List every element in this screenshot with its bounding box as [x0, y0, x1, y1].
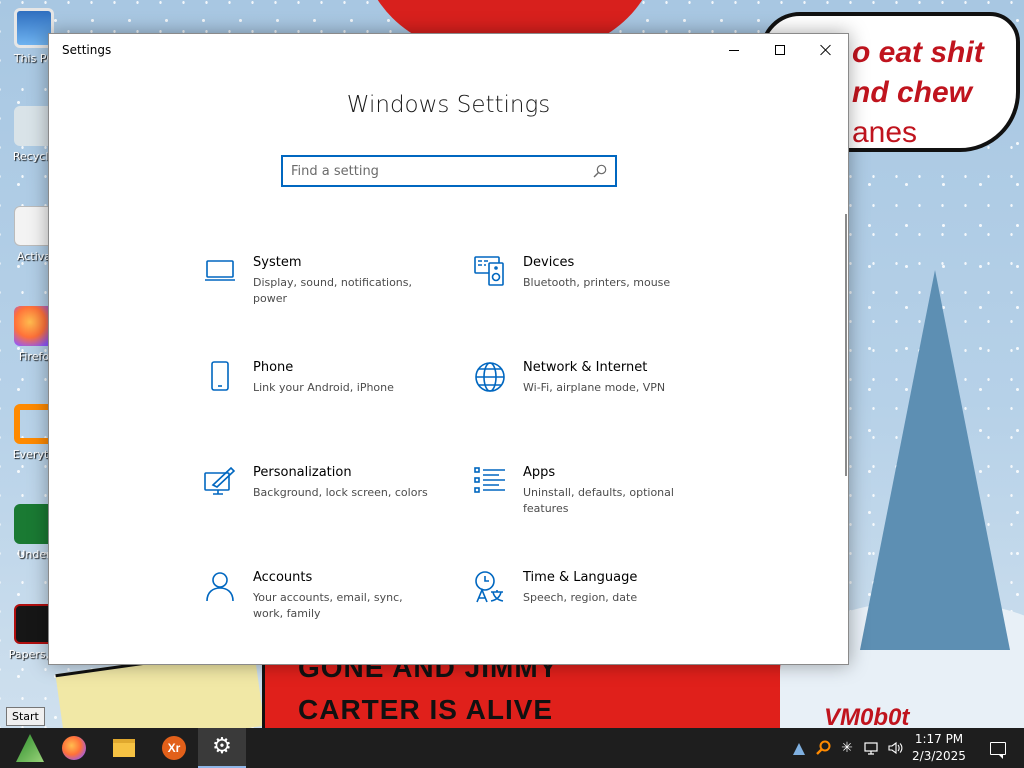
globe-icon [473, 360, 507, 394]
maximize-icon [775, 45, 785, 55]
category-name: Phone [253, 360, 294, 375]
time-language-icon [473, 570, 507, 604]
apps-list-icon [473, 465, 507, 499]
clock-time: 1:17 PM [914, 732, 964, 746]
category-accounts[interactable]: Accounts Your accounts, email, sync, wor… [203, 570, 453, 660]
search-input[interactable] [291, 162, 581, 180]
category-name: System [253, 255, 302, 270]
action-center-button[interactable] [978, 728, 1018, 768]
close-button[interactable] [803, 34, 849, 66]
category-name: Time & Language [523, 570, 638, 585]
bubble-text-line-2: nd chew [852, 76, 973, 109]
page-title: Windows Settings [346, 92, 551, 118]
category-phone[interactable]: Phone Link your Android, iPhone [203, 360, 453, 450]
network-icon [864, 742, 878, 755]
pine-tree-graphic [860, 270, 1010, 650]
category-devices[interactable]: Devices Bluetooth, printers, mouse [473, 255, 723, 345]
laptop-icon [203, 255, 237, 289]
artist-signature: VM0b0t [824, 704, 910, 728]
person-icon [203, 570, 237, 604]
category-description: Your accounts, email, sync, work, family [253, 591, 403, 620]
bubble-text-line-3: anes [852, 116, 918, 149]
xr-app-icon: Xr [162, 736, 186, 760]
gear-icon: ⚙ [212, 734, 232, 759]
folder-icon [113, 739, 135, 757]
settings-window: Settings Windows Settings System Display… [48, 33, 849, 665]
search-icon[interactable] [593, 164, 607, 178]
minimize-button[interactable] [711, 34, 757, 66]
tray-user-icon[interactable] [788, 728, 810, 768]
devices-icon [473, 255, 507, 289]
personalization-icon [203, 465, 237, 499]
category-description: Bluetooth, printers, mouse [523, 276, 671, 289]
category-description: Background, lock screen, colors [253, 486, 428, 499]
magnifier-icon [816, 740, 831, 755]
start-tree-icon [16, 734, 44, 762]
start-tooltip: Start [6, 707, 45, 726]
category-name: Devices [523, 255, 575, 270]
settings-search-box[interactable] [281, 155, 617, 187]
firefox-icon [62, 736, 86, 760]
minimize-icon [729, 49, 739, 51]
tray-volume-icon[interactable] [884, 728, 906, 768]
category-description: Display, sound, notifications, power [253, 276, 413, 305]
category-apps[interactable]: Apps Uninstall, defaults, optional featu… [473, 465, 723, 555]
category-system[interactable]: System Display, sound, notifications, po… [203, 255, 453, 345]
taskbar-settings[interactable]: ⚙ [198, 728, 246, 768]
start-button[interactable] [6, 728, 54, 768]
category-name: Network & Internet [523, 360, 648, 375]
category-name: Apps [523, 465, 556, 480]
window-title: Settings [62, 43, 112, 57]
category-time-language[interactable]: Time & Language Speech, region, date [473, 570, 723, 660]
speaker-icon [888, 741, 903, 755]
title-bar[interactable]: Settings [49, 34, 848, 66]
taskbar-clock[interactable]: 1:17 PM 2/3/2025 [904, 731, 974, 765]
bubble-text-line-1: o eat shit [852, 36, 984, 69]
notification-icon [990, 741, 1006, 759]
category-description: Link your Android, iPhone [253, 381, 394, 394]
tray-network-icon[interactable] [860, 728, 882, 768]
taskbar-file-explorer[interactable] [100, 728, 148, 768]
tray-people-icon [793, 743, 805, 755]
category-network-internet[interactable]: Network & Internet Wi-Fi, airplane mode,… [473, 360, 723, 450]
clock-date: 2/3/2025 [912, 749, 966, 763]
category-name: Personalization [253, 465, 352, 480]
shirt-text-line-2: CARTER IS ALIVE [298, 694, 554, 725]
category-name: Accounts [253, 570, 313, 585]
maximize-button[interactable] [757, 34, 803, 66]
close-icon [820, 44, 832, 56]
scrollbar[interactable] [845, 214, 847, 476]
phone-icon [203, 360, 237, 394]
tray-fan-icon[interactable]: ✳ [836, 728, 858, 768]
category-description: Uninstall, defaults, optional features [523, 486, 674, 515]
category-description: Speech, region, date [523, 591, 638, 604]
taskbar-firefox[interactable] [50, 728, 98, 768]
taskbar-xr-app[interactable]: Xr [150, 728, 198, 768]
category-description: Wi-Fi, airplane mode, VPN [523, 381, 666, 394]
taskbar: Xr ⚙ ✳ 1:17 PM 2/3/2025 [0, 728, 1024, 768]
category-personalization[interactable]: Personalization Background, lock screen,… [203, 465, 453, 555]
tray-search-icon[interactable] [812, 728, 834, 768]
